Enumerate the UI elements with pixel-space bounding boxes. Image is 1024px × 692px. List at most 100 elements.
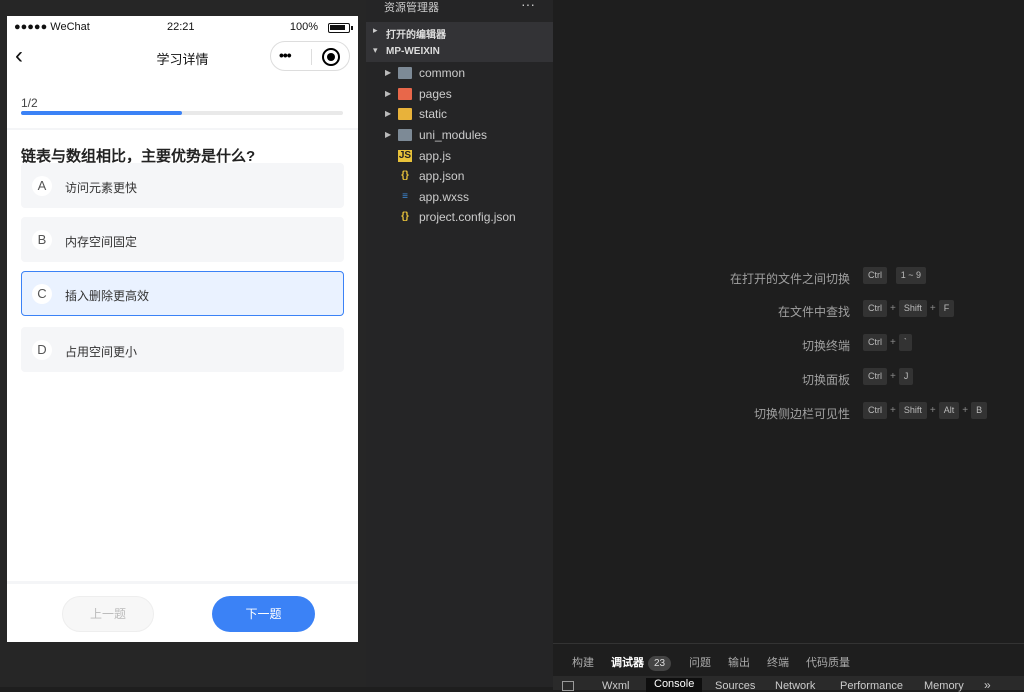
tab-debugger[interactable]: 调试器 23 — [611, 654, 672, 671]
devtools-tab-performance[interactable]: Performance — [840, 680, 903, 692]
key: Ctrl — [863, 402, 887, 419]
shortcut-description: 在文件中查找 — [777, 305, 850, 319]
signal-indicator: ●●●●● WeChat — [14, 21, 90, 33]
shortcut-description: 切换面板 — [801, 373, 850, 387]
tree-item-app-json[interactable]: {} app.json — [366, 166, 553, 186]
key: Shift — [898, 300, 927, 317]
shortcut-keys: Ctrl + J — [863, 368, 914, 385]
option-c[interactable]: C 插入删除更高效 — [21, 271, 344, 316]
folder-icon — [398, 129, 412, 141]
tree-item-app-wxss[interactable]: ≡ app.wxss — [366, 187, 553, 207]
option-letter: A — [32, 176, 52, 196]
inspect-element-icon[interactable] — [562, 681, 574, 691]
shortcut-keys: Ctrl + Shift + F — [863, 300, 955, 317]
shortcut-switch-files: 在打开的文件之间切换 Ctrl 1 ~ 9 — [553, 267, 1024, 287]
tree-item-common[interactable]: ▶ common — [366, 63, 553, 83]
devtools-tab-wxml[interactable]: Wxml — [602, 680, 630, 692]
shortcut-description: 切换终端 — [801, 339, 850, 353]
tab-terminal[interactable]: 终端 — [767, 654, 789, 670]
file-name: static — [419, 107, 448, 121]
overflow-chevron-icon[interactable]: » — [984, 678, 991, 692]
tree-item-pages[interactable]: ▶ pages — [366, 84, 553, 104]
tab-label: 调试器 — [611, 657, 644, 669]
close-miniprogram-icon[interactable] — [322, 48, 340, 66]
folder-icon — [398, 67, 412, 79]
option-d[interactable]: D 占用空间更小 — [21, 327, 344, 372]
option-text: 访问元素更快 — [65, 181, 138, 195]
plus-sign: + — [962, 405, 969, 416]
plus-sign: + — [890, 303, 896, 314]
plus-sign: + — [890, 337, 896, 348]
shortcut-keys: Ctrl + ` — [863, 334, 912, 351]
devtools-tab-console[interactable]: Console — [646, 678, 703, 692]
devtools-tab-network[interactable]: Network — [775, 680, 815, 692]
chevron-down-icon: ▾ — [373, 45, 378, 55]
bottom-panel: 构建 调试器 23 问题 输出 终端 代码质量 Wxml Console Sour… — [553, 643, 1024, 692]
explorer-title: 资源管理器 — [384, 2, 439, 14]
tab-problems[interactable]: 问题 — [689, 654, 711, 670]
tree-item-app-js[interactable]: JS app.js — [366, 146, 553, 166]
devtools-tab-sources[interactable]: Sources — [715, 680, 755, 692]
more-actions-icon[interactable]: ··· — [521, 0, 535, 12]
tree-item-static[interactable]: ▶ static — [366, 104, 553, 124]
json-file-icon: {} — [401, 211, 409, 222]
key: Ctrl — [863, 334, 887, 351]
key: ` — [898, 334, 912, 351]
prev-question-button[interactable]: 上一题 — [62, 596, 154, 632]
devtools-tab-memory[interactable]: Memory — [924, 680, 964, 692]
status-bar: ●●●●● WeChat 22:21 100% — [7, 16, 358, 38]
shortcut-toggle-panel: 切换面板 Ctrl + J — [553, 368, 1024, 388]
section-divider — [7, 128, 358, 130]
tab-code-quality[interactable]: 代码质量 — [806, 654, 850, 670]
explorer-sidebar: 资源管理器 ··· ▸ 打开的编辑器 ▾ MP-WEIXIN ▶ common … — [366, 0, 553, 687]
key: Ctrl — [863, 267, 887, 284]
plus-sign: + — [890, 371, 896, 382]
file-name: app.js — [419, 149, 452, 163]
shortcut-keys: Ctrl 1 ~ 9 — [863, 267, 927, 284]
explorer-header: 资源管理器 ··· — [366, 0, 553, 14]
tab-build[interactable]: 构建 — [572, 654, 594, 670]
editor-area: 在打开的文件之间切换 Ctrl 1 ~ 9 在文件中查找 Ctrl + Shift +… — [553, 0, 1024, 643]
more-dots-icon[interactable]: ••• — [279, 47, 305, 63]
progress-bar — [21, 111, 343, 115]
file-name: common — [419, 66, 466, 80]
key: J — [898, 368, 914, 385]
shortcut-keys: Ctrl + Shift + Alt + B — [863, 402, 988, 419]
option-text: 插入删除更高效 — [65, 289, 150, 303]
project-section[interactable]: ▾ MP-WEIXIN — [366, 42, 553, 62]
option-text: 内存空间固定 — [65, 235, 138, 249]
option-letter: B — [32, 230, 52, 250]
battery-icon — [328, 23, 353, 33]
shortcut-description: 切换侧边栏可见性 — [753, 407, 850, 421]
chevron-right-icon: ▸ — [373, 25, 378, 35]
shortcut-toggle-terminal: 切换终端 Ctrl + ` — [553, 334, 1024, 354]
key: F — [938, 300, 955, 317]
file-name: uni_modules — [419, 128, 488, 142]
file-name: app.wxss — [419, 190, 470, 204]
section-label: MP-WEIXIN — [386, 46, 440, 57]
key: Ctrl — [863, 300, 887, 317]
menu-capsule: ••• — [270, 41, 350, 71]
key: Ctrl — [863, 368, 887, 385]
tree-item-uni-modules[interactable]: ▶ uni_modules — [366, 125, 553, 145]
navigation-bar: ‹ 学习详情 ••• — [7, 38, 358, 78]
file-name: app.json — [419, 169, 465, 183]
option-text: 占用空间更小 — [65, 345, 138, 359]
open-editors-section[interactable]: ▸ 打开的编辑器 — [366, 22, 553, 42]
plus-sign: + — [929, 303, 936, 314]
battery-percent: 100% — [289, 21, 318, 33]
next-question-button[interactable]: 下一题 — [212, 596, 315, 632]
key: Alt — [938, 402, 960, 419]
section-label: 打开的编辑器 — [386, 30, 446, 41]
key: Shift — [898, 402, 927, 419]
key-spacer — [890, 270, 893, 281]
chevron-right-icon: ▶ — [385, 68, 392, 77]
footer-divider — [7, 581, 358, 584]
option-b[interactable]: B 内存空间固定 — [21, 217, 344, 262]
folder-pages-icon — [398, 88, 412, 100]
key: B — [971, 402, 988, 419]
shortcut-toggle-sidebar: 切换侧边栏可见性 Ctrl + Shift + Alt + B — [553, 402, 1024, 422]
option-a[interactable]: A 访问元素更快 — [21, 163, 344, 208]
tree-item-project-config[interactable]: {} project.config.json — [366, 207, 553, 227]
tab-output[interactable]: 输出 — [728, 654, 750, 670]
